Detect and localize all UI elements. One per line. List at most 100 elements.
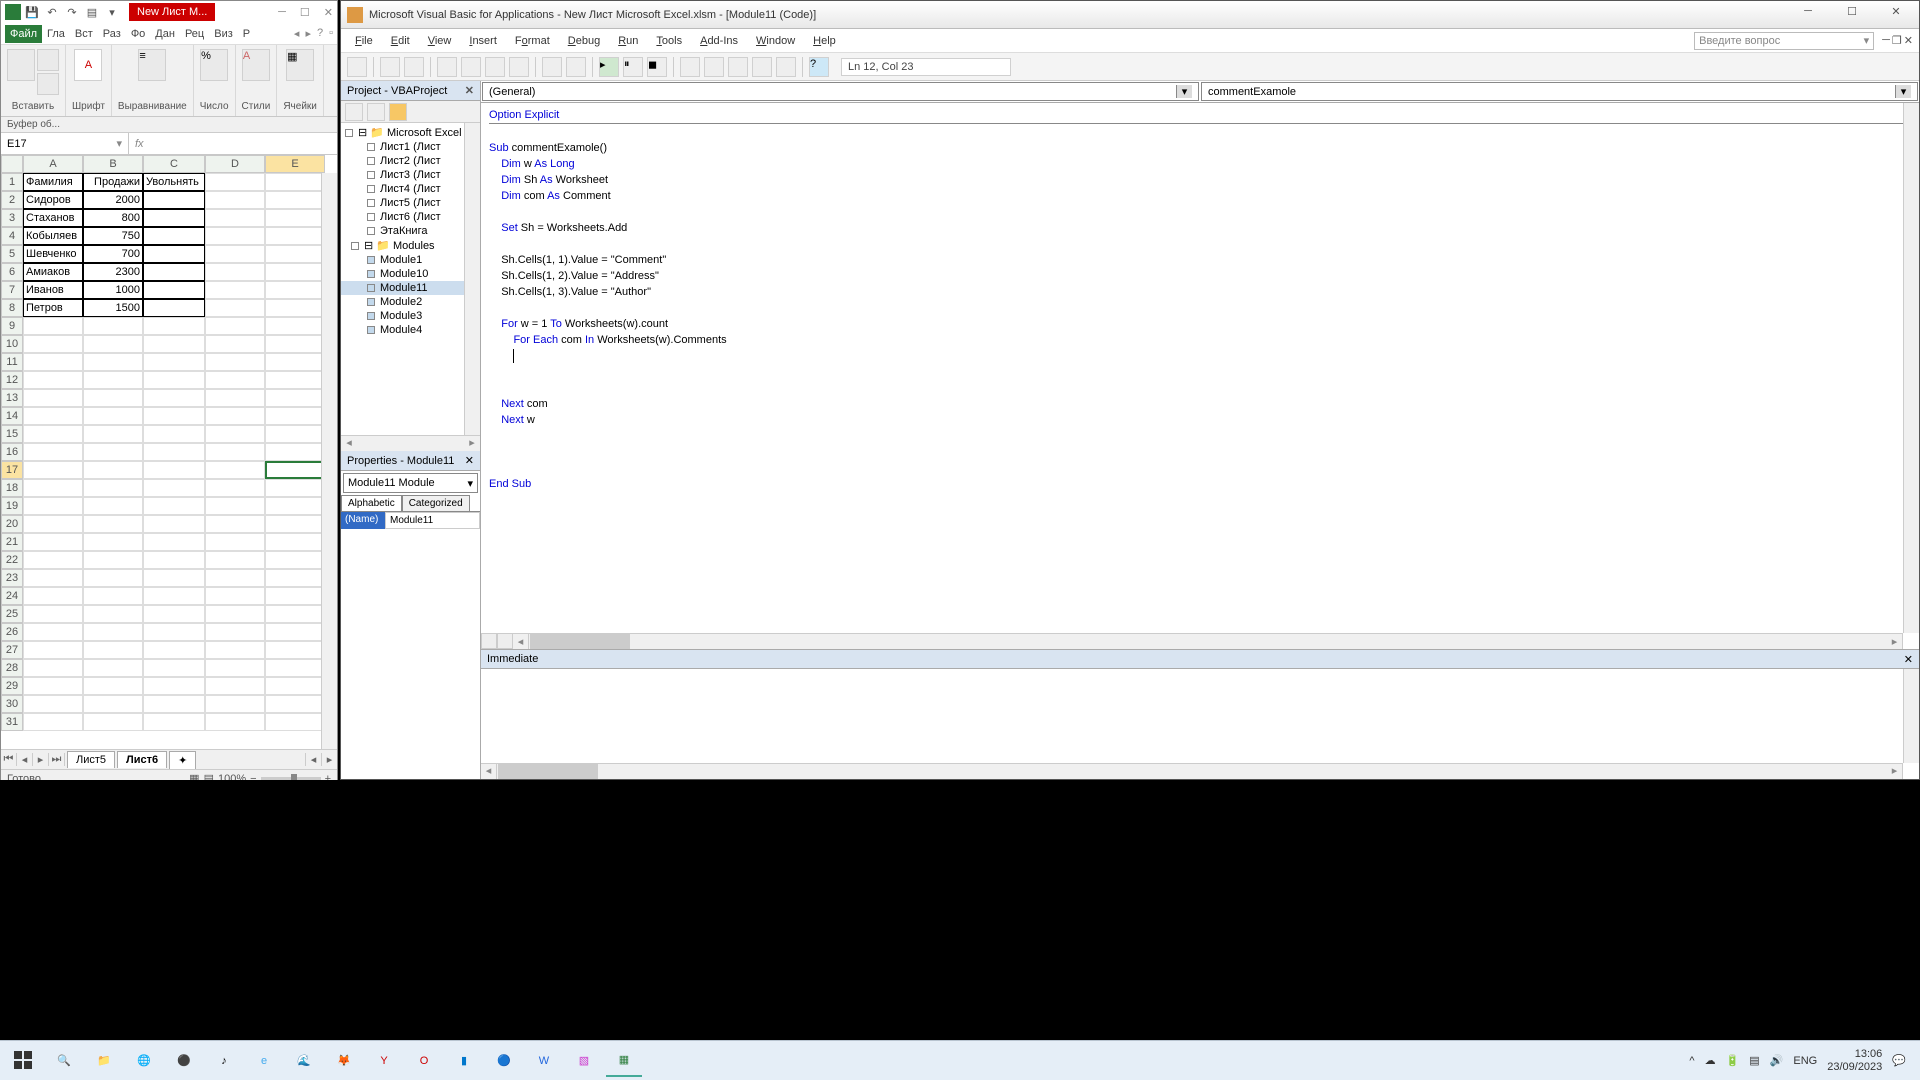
row-header[interactable]: 21 [1,533,23,551]
tree-sheet[interactable]: Лист3 (Лист [341,168,480,182]
sheet-nav-last-icon[interactable]: ⏭ [49,753,65,766]
col-header[interactable]: A [23,155,83,173]
sheet-nav-prev-icon[interactable]: ◂ [17,753,33,766]
cell[interactable] [265,551,325,569]
tray-cloud-icon[interactable]: ☁ [1705,1054,1716,1067]
view-code-icon[interactable] [345,103,363,121]
cell[interactable] [83,425,143,443]
cell[interactable] [23,371,83,389]
cell[interactable] [23,713,83,731]
cell[interactable] [265,245,325,263]
col-header[interactable]: C [143,155,205,173]
tree-sheet[interactable]: Лист5 (Лист [341,196,480,210]
cell[interactable] [143,407,205,425]
tray-network-icon[interactable]: ▤ [1749,1054,1759,1067]
tree-module[interactable]: Module1 [341,253,480,267]
toolbar-project-icon[interactable] [704,57,724,77]
cell[interactable] [205,479,265,497]
cell[interactable] [205,587,265,605]
minimize-icon[interactable]: ─ [278,6,286,19]
tree-thisworkbook[interactable]: ЭтаКнига [341,224,480,238]
new-sheet-icon[interactable]: ✦ [169,751,196,769]
cell[interactable]: 1500 [83,299,143,317]
cell[interactable] [83,515,143,533]
cell[interactable] [205,191,265,209]
row-header[interactable]: 14 [1,407,23,425]
cell[interactable] [265,461,325,479]
cell[interactable] [83,713,143,731]
close-icon[interactable]: ✕ [324,6,333,19]
obs-icon[interactable]: ⚫ [166,1045,202,1077]
cell[interactable] [143,497,205,515]
cell[interactable] [205,443,265,461]
close-icon[interactable]: ✕ [465,454,474,467]
toolbar-cut-icon[interactable] [437,57,457,77]
cell[interactable] [265,425,325,443]
cell[interactable] [143,695,205,713]
cell[interactable] [23,587,83,605]
cell[interactable] [205,407,265,425]
cell[interactable] [265,407,325,425]
app-icon[interactable]: ▧ [566,1045,602,1077]
cell[interactable] [205,281,265,299]
cell[interactable]: Петров [23,299,83,317]
cell[interactable] [205,371,265,389]
view-object-icon[interactable] [367,103,385,121]
menu-insert[interactable]: Insert [461,33,505,49]
cell[interactable] [143,263,205,281]
cell[interactable] [143,353,205,371]
cell[interactable] [83,443,143,461]
toolbar-help-icon[interactable]: ? [809,57,829,77]
tray-language[interactable]: ENG [1793,1055,1817,1067]
cell[interactable] [265,263,325,281]
menu-window[interactable]: Window [748,33,803,49]
row-header[interactable]: 6 [1,263,23,281]
cell[interactable] [83,353,143,371]
row-header[interactable]: 19 [1,497,23,515]
cell[interactable] [205,659,265,677]
cell[interactable] [205,461,265,479]
cell[interactable] [143,479,205,497]
cell[interactable] [143,191,205,209]
taskbar-clock[interactable]: 13:06 23/09/2023 [1827,1048,1882,1074]
procedure-combo[interactable]: commentExamole▾ [1201,82,1918,101]
cut-icon[interactable] [37,49,59,71]
property-value-input[interactable]: Module11 [385,512,480,529]
toolbar-design-icon[interactable] [680,57,700,77]
cell[interactable] [143,515,205,533]
cell[interactable] [83,605,143,623]
cell[interactable] [265,497,325,515]
close-icon[interactable]: ✕ [1904,653,1913,666]
props-tab-alphabetic[interactable]: Alphabetic [341,495,402,511]
cell[interactable] [205,605,265,623]
cell[interactable] [143,659,205,677]
cell[interactable] [143,335,205,353]
chevron-down-icon[interactable]: ▾ [1864,34,1870,47]
cell[interactable] [23,515,83,533]
code-editor[interactable]: Option Explicit Sub commentExamole() Dim… [481,103,1919,649]
row-header[interactable]: 22 [1,551,23,569]
row-header[interactable]: 13 [1,389,23,407]
cell[interactable] [205,677,265,695]
cell[interactable] [23,425,83,443]
code-horizontal-scrollbar[interactable]: ◂▸ [481,633,1903,649]
mdi-minimize-icon[interactable]: ─ [1882,34,1890,47]
toolbar-insert-icon[interactable] [380,57,400,77]
chevron-down-icon[interactable]: ▾ [116,137,122,150]
cell[interactable] [265,443,325,461]
chevron-down-icon[interactable]: ▾ [1895,85,1911,98]
chrome-icon[interactable]: 🔵 [486,1045,522,1077]
row-header[interactable]: 24 [1,587,23,605]
chevron-down-icon[interactable]: ▾ [1176,85,1192,98]
toolbar-find-icon[interactable] [509,57,529,77]
cell[interactable] [23,677,83,695]
skype-icon[interactable]: 🌐 [126,1045,162,1077]
select-all-corner[interactable] [1,155,23,173]
cell[interactable] [265,659,325,677]
chevron-down-icon[interactable]: ▾ [467,477,473,490]
cell[interactable]: Кобыляев [23,227,83,245]
cell[interactable] [265,479,325,497]
cell[interactable] [205,425,265,443]
ribbon-help-icon[interactable]: ? [317,27,323,40]
cell[interactable] [143,245,205,263]
